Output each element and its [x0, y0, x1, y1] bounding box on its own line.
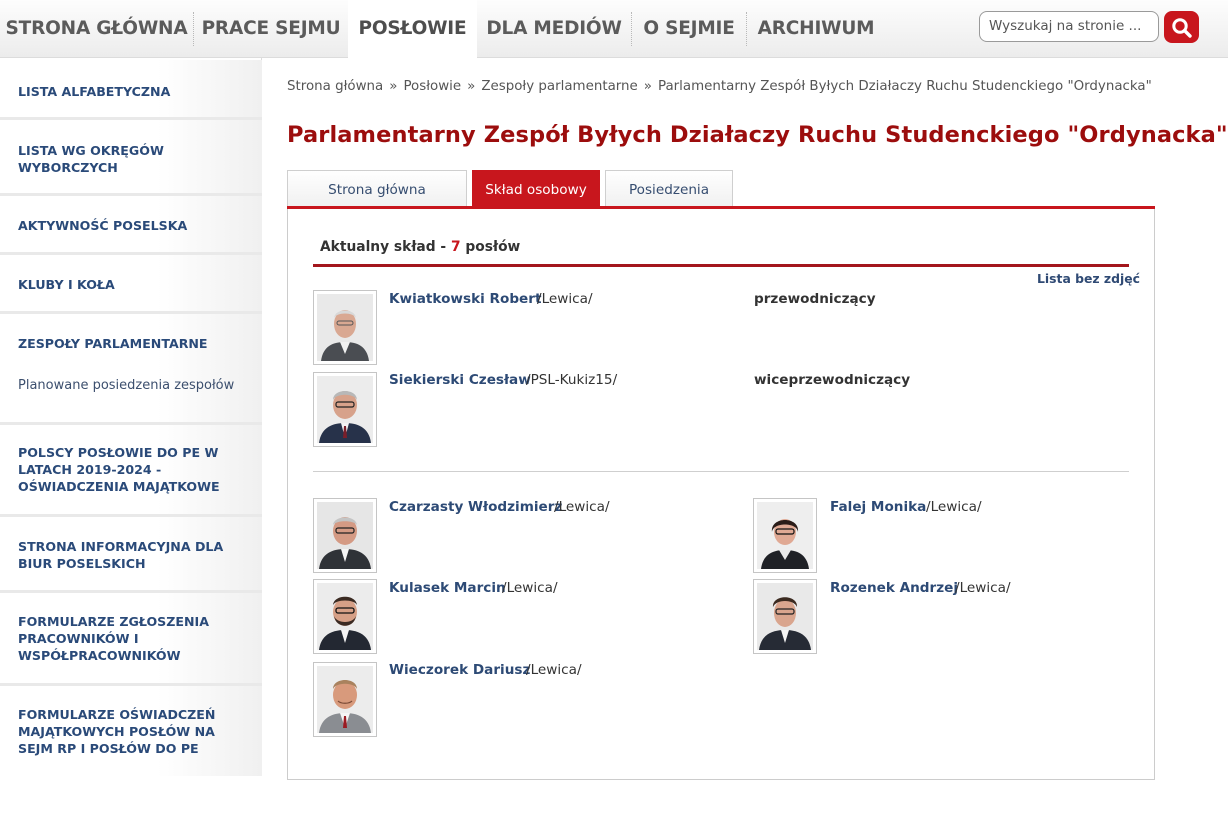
sidebar-item-okregi[interactable]: LISTA WG OKRĘGÓW WYBORCZYCH [0, 120, 262, 196]
portrait-icon [757, 583, 813, 650]
member-club: /Lewica/ [526, 662, 582, 678]
member-role: wiceprzewodniczący [754, 372, 911, 388]
sidebar-item-aktywnosc[interactable]: AKTYWNOŚĆ POSELSKA [0, 196, 262, 255]
sidebar-item-label: POLSCY POSŁOWIE DO PE W LATACH 2019-2024… [18, 445, 220, 494]
sidebar-item-label: STRONA INFORMACYJNA DLA BIUR POSELSKICH [18, 539, 224, 571]
portrait-icon [317, 583, 373, 650]
member-photo[interactable] [313, 579, 377, 654]
member-photo[interactable] [753, 579, 817, 654]
sidebar-item-lista-alfabetyczna[interactable]: LISTA ALFABETYCZNA [0, 60, 262, 120]
nav-dla-mediow[interactable]: DLA MEDIÓW [477, 0, 631, 58]
nav-strona-glowna[interactable]: STRONA GŁÓWNA [0, 0, 193, 58]
member-club: /Lewica/ [502, 580, 558, 596]
member-name-link[interactable]: Rozenek Andrzej [830, 580, 958, 596]
sidebar-item-pe-oswiadczenia[interactable]: POLSCY POSŁOWIE DO PE W LATACH 2019-2024… [0, 425, 262, 517]
member-club: /PSL-Kukiz15/ [526, 372, 618, 388]
portrait-icon [317, 376, 373, 443]
sidebar-subitem-posiedzenia[interactable]: Planowane posiedzenia zespołów [18, 378, 234, 393]
member-photo[interactable] [313, 290, 377, 365]
member-photo[interactable] [313, 372, 377, 447]
composition-heading: Aktualny skład - 7 posłów [320, 239, 520, 255]
sidebar-item-label: AKTYWNOŚĆ POSELSKA [18, 218, 188, 233]
member-club: /Lewica/ [537, 291, 593, 307]
sidebar-item-label: ZESPOŁY PARLAMENTARNE [18, 336, 208, 351]
nav-prace-sejmu[interactable]: PRACE SEJMU [194, 0, 348, 58]
member-name-link[interactable]: Kulasek Marcin [389, 580, 506, 596]
member-photo[interactable] [313, 498, 377, 573]
portrait-icon [757, 502, 813, 569]
sidebar-item-label: FORMULARZE ZGŁOSZENIA PRACOWNIKÓW I WSPÓ… [18, 614, 209, 663]
sidebar: LISTA ALFABETYCZNA LISTA WG OKRĘGÓW WYBO… [0, 58, 262, 776]
member-name-link[interactable]: Czarzasty Włodzimierz [389, 499, 562, 515]
tab-sklad-osobowy[interactable]: Skład osobowy [472, 170, 600, 207]
member-photo[interactable] [753, 498, 817, 573]
sidebar-item-biura[interactable]: STRONA INFORMACYJNA DLA BIUR POSELSKICH [0, 517, 262, 593]
sidebar-item-kluby[interactable]: KLUBY I KOŁA [0, 255, 262, 314]
member-name-link[interactable]: Falej Monika [830, 499, 926, 515]
top-navigation: STRONA GŁÓWNA PRACE SEJMU POSŁOWIE DLA M… [0, 0, 1228, 58]
sidebar-item-label: KLUBY I KOŁA [18, 277, 115, 292]
sidebar-item-label: FORMULARZE OŚWIADCZEŃ MAJĄTKOWYCH POSŁÓW… [18, 707, 216, 756]
member-club: /Lewica/ [554, 499, 610, 515]
member-role: przewodniczący [754, 291, 876, 307]
portrait-icon [317, 294, 373, 361]
breadcrumb-separator: » [643, 79, 652, 94]
breadcrumb-separator: » [389, 79, 398, 94]
breadcrumb-current: Parlamentarny Zespół Byłych Działaczy Ru… [657, 79, 1152, 94]
breadcrumb: Strona główna » Posłowie » Zespoły parlament… [287, 79, 1152, 94]
breadcrumb-separator: » [467, 79, 476, 94]
composition-suffix: posłów [460, 239, 521, 255]
breadcrumb-link-home[interactable]: Strona główna [287, 79, 383, 94]
page-title: Parlamentarny Zespół Byłych Działaczy Ru… [287, 122, 1228, 148]
breadcrumb-link-poslowie[interactable]: Posłowie [403, 79, 461, 94]
member-name-link[interactable]: Siekierski Czesław [389, 372, 531, 388]
nav-poslowie[interactable]: POSŁOWIE [348, 0, 477, 58]
portrait-icon [317, 502, 373, 569]
member-club: /Lewica/ [926, 499, 982, 515]
list-without-photos-link[interactable]: Lista bez zdjęć [1037, 271, 1140, 286]
members-divider [313, 471, 1129, 472]
sidebar-item-zespoly[interactable]: ZESPOŁY PARLAMENTARNE Planowane posiedze… [0, 314, 262, 425]
nav-archiwum[interactable]: ARCHIWUM [747, 0, 885, 58]
sidebar-item-label: LISTA WG OKRĘGÓW WYBORCZYCH [18, 143, 164, 175]
portrait-icon [317, 666, 373, 733]
breadcrumb-link-zespoly[interactable]: Zespoły parlamentarne [481, 79, 637, 94]
search-input[interactable]: Wyszukaj na stronie ... [979, 11, 1159, 42]
composition-divider [313, 264, 1129, 267]
member-name-link[interactable]: Wieczorek Dariusz [389, 662, 530, 678]
search-button[interactable] [1164, 11, 1199, 43]
tab-posiedzenia[interactable]: Posiedzenia [605, 170, 733, 207]
member-name-link[interactable]: Kwiatkowski Robert [389, 291, 541, 307]
tab-strona-glowna[interactable]: Strona główna [287, 170, 467, 207]
sidebar-item-label: LISTA ALFABETYCZNA [18, 84, 171, 99]
member-photo[interactable] [313, 662, 377, 737]
member-club: /Lewica/ [955, 580, 1011, 596]
composition-prefix: Aktualny skład - [320, 239, 451, 255]
nav-o-sejmie[interactable]: O SEJMIE [632, 0, 746, 58]
sidebar-item-formularze-oswiadczen[interactable]: FORMULARZE OŚWIADCZEŃ MAJĄTKOWYCH POSŁÓW… [0, 686, 262, 776]
sidebar-item-formularze-pracownikow[interactable]: FORMULARZE ZGŁOSZENIA PRACOWNIKÓW I WSPÓ… [0, 593, 262, 686]
member-count: 7 [450, 239, 461, 255]
magnifier-icon [1172, 18, 1192, 38]
